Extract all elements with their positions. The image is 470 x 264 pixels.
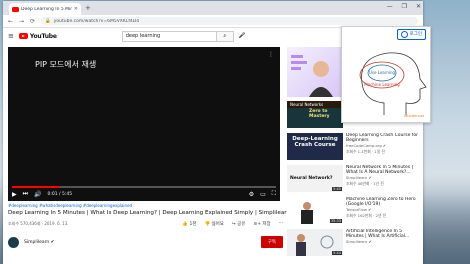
login-label: 로그인 bbox=[409, 32, 422, 37]
maximize-icon[interactable]: ❐ bbox=[402, 3, 407, 10]
video-duration: 35:33 bbox=[329, 219, 342, 223]
search-box: deep learning ⌕ bbox=[121, 30, 234, 42]
minimize-icon[interactable]: — bbox=[387, 3, 393, 10]
new-tab-button[interactable]: + bbox=[85, 4, 91, 12]
video-thumbnail[interactable]: 5:44 bbox=[287, 229, 343, 256]
video-thumbnail[interactable]: Zero to Mastery Neural Networks bbox=[287, 101, 343, 128]
forward-icon[interactable]: → bbox=[19, 18, 24, 25]
player-controls: ▶ ⏭ 🔊 0:01 / 5:45 ⚙ ▭ ⛶ bbox=[12, 189, 276, 199]
play-icon[interactable]: ▶ bbox=[12, 191, 17, 198]
brand-watermark: Wunderlust bbox=[404, 114, 425, 118]
rec-title[interactable]: Neural Network In 5 Minutes | What Is A … bbox=[346, 165, 420, 175]
url-text: youtube.com/watch?v=6M5VXKLf4D4 bbox=[53, 18, 140, 24]
youtube-logo[interactable]: YouTube bbox=[18, 32, 57, 40]
search-input[interactable]: deep learning bbox=[123, 33, 216, 39]
video-duration: 5:45 bbox=[332, 187, 342, 191]
rec-title[interactable]: Machine Learning Zero to Hero (Google I/… bbox=[346, 197, 420, 207]
like-count: 1천 bbox=[189, 222, 197, 227]
youtube-play-icon bbox=[18, 33, 28, 39]
youtube-logo-text: YouTube bbox=[29, 32, 57, 40]
desktop-mountain bbox=[423, 194, 470, 264]
list-item[interactable]: Deep-Learning Crash Course Deep Learning… bbox=[287, 133, 420, 161]
search-icon[interactable]: ⌕ bbox=[215, 31, 233, 41]
hamburger-menu-icon[interactable]: ≡ bbox=[8, 32, 14, 40]
pip-mode-label: PIP 모드에서 재생 bbox=[35, 60, 97, 69]
rec-title[interactable]: Deep Learning Crash Course for Beginners bbox=[346, 133, 420, 143]
settings-icon[interactable]: ⚙ bbox=[249, 191, 254, 198]
list-item[interactable]: Neural Network? 5:45 Neural Network In 5… bbox=[287, 165, 420, 193]
like-button[interactable]: 👍 1천 bbox=[182, 221, 196, 227]
video-info: #deeplearning #whatisdeeplearning #deepl… bbox=[8, 203, 291, 248]
progress-fill bbox=[12, 186, 60, 188]
video-title: Deep Learning In 5 Minutes | What Is Dee… bbox=[8, 210, 291, 216]
view-count: 조회수 570,436회 · 2019. 6. 13. bbox=[8, 221, 69, 226]
brain-label-2: Machine Learning bbox=[364, 82, 400, 87]
lock-icon: 🔒 bbox=[45, 18, 51, 24]
hashtags[interactable]: #deeplearning #whatisdeeplearning #deepl… bbox=[8, 203, 283, 208]
time-display: 0:01 / 5:45 bbox=[47, 191, 73, 197]
list-item[interactable]: 35:33 Machine Learning Zero to Hero (Goo… bbox=[287, 197, 420, 225]
close-tab-icon[interactable]: × bbox=[74, 6, 78, 12]
action-buttons: 👍 1천 👎 싫어요 ↪ 공유 ≡+ 저장 ··· bbox=[182, 221, 283, 227]
url-field[interactable]: 🔒 youtube.com/watch?v=6M5VXKLf4D4 bbox=[41, 17, 418, 25]
browser-tab[interactable]: Deep Learning In 5 Minutes × bbox=[9, 3, 81, 15]
video-duration: 5:44 bbox=[332, 251, 342, 255]
tab-title: Deep Learning In 5 Minutes bbox=[21, 6, 72, 12]
fullscreen-icon[interactable]: ⛶ bbox=[272, 190, 276, 198]
reload-icon[interactable]: ⟳ bbox=[30, 18, 35, 25]
channel-row: Simplilearn ✔ 구독 bbox=[8, 236, 283, 248]
rec-channel[interactable]: Simplilearn ✔ bbox=[346, 240, 420, 245]
more-actions-icon[interactable]: ··· bbox=[279, 221, 283, 227]
mic-icon[interactable]: 🎤 bbox=[239, 33, 246, 39]
tab-bar: Deep Learning In 5 Minutes × + — ❐ ✕ bbox=[3, 1, 423, 15]
window-controls: — ❐ ✕ bbox=[387, 3, 421, 10]
progress-bar[interactable] bbox=[12, 186, 276, 188]
video-thumbnail[interactable] bbox=[287, 47, 341, 97]
volume-icon[interactable]: 🔊 bbox=[34, 191, 41, 198]
video-player[interactable]: PIP 모드에서 재생 ⋮ ▶ ⏭ 🔊 0:01 / 5:45 ⚙ ▭ ⛶ bbox=[8, 47, 280, 201]
video-thumbnail[interactable]: Neural Network? 5:45 bbox=[287, 165, 343, 192]
channel-avatar[interactable] bbox=[8, 236, 19, 248]
next-icon[interactable]: ⏭ bbox=[23, 190, 28, 198]
dislike-button[interactable]: 👎 싫어요 bbox=[204, 221, 223, 227]
pip-extension-popup: 로그인 Use Learning Machine Learning Wunder… bbox=[341, 26, 431, 123]
player-more-icon[interactable]: ⋮ bbox=[268, 51, 274, 58]
theater-icon[interactable]: ▭ bbox=[260, 191, 266, 198]
subscribe-button[interactable]: 구독 bbox=[260, 236, 283, 248]
close-window-icon[interactable]: ✕ bbox=[416, 3, 421, 10]
list-item[interactable]: 5:44 Artificial Intelligence In 5 Minute… bbox=[287, 229, 420, 257]
share-button[interactable]: ↪ 공유 bbox=[232, 221, 245, 227]
save-button[interactable]: ≡+ 저장 bbox=[253, 221, 270, 227]
rec-meta: 조회수 48만회 · 1년 전 bbox=[346, 180, 384, 186]
back-icon[interactable]: ← bbox=[8, 18, 13, 25]
video-thumbnail[interactable]: Deep-Learning Crash Course bbox=[287, 133, 343, 160]
login-button[interactable]: 로그인 bbox=[396, 28, 426, 40]
rec-title[interactable]: Artificial Intelligence In 5 Minutes | W… bbox=[346, 229, 420, 239]
brain-label-1: Use Learning bbox=[369, 70, 396, 75]
brain-illustration-icon: Use Learning Machine Learning Wunderlust bbox=[359, 52, 427, 118]
channel-name[interactable]: Simplilearn ✔ bbox=[24, 240, 256, 245]
user-icon bbox=[400, 30, 408, 38]
video-thumbnail[interactable]: 35:33 bbox=[287, 197, 343, 224]
youtube-favicon-icon bbox=[12, 6, 19, 12]
rec-meta: 조회수 162만회 · 2년 전 bbox=[346, 212, 387, 218]
rec-meta: 조회수 1.4만회 · 1일 전 bbox=[346, 148, 385, 154]
presenter-image-icon bbox=[291, 55, 333, 97]
